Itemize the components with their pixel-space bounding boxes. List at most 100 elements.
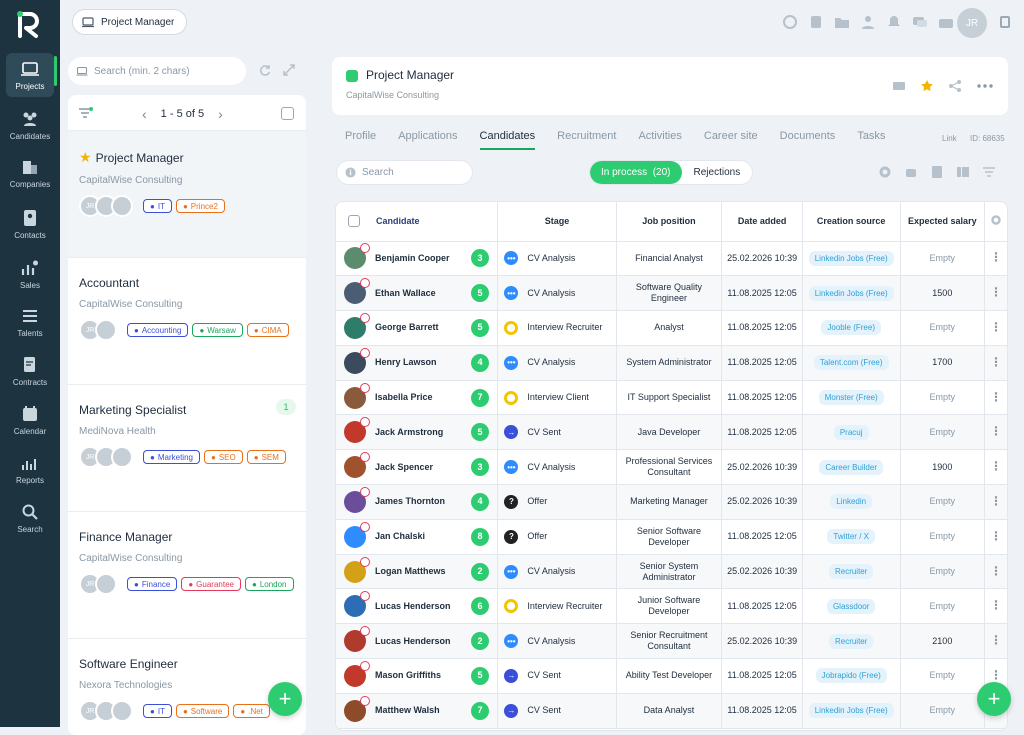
candidate-name[interactable]: Jan Chalski <box>375 531 471 542</box>
more-icon[interactable] <box>976 79 994 93</box>
stage-cell[interactable]: ••• CV Analysis <box>497 275 617 312</box>
project-card[interactable]: ★ Project Manager CapitalWise Consulting JR… <box>68 131 306 258</box>
stage-cell[interactable]: ••• CV Analysis <box>497 623 617 660</box>
select-all-candidates-checkbox[interactable] <box>348 215 360 228</box>
table-row[interactable]: James Thornton 4? Offer Marketing Manager 25… <box>336 484 1007 520</box>
project-tag[interactable]: ● Accounting <box>127 323 189 337</box>
refresh-icon[interactable] <box>258 63 272 77</box>
panel-toggle-icon[interactable] <box>1000 16 1010 28</box>
stage-cell[interactable]: Interview Recruiter <box>497 310 617 346</box>
bell-icon[interactable] <box>886 14 902 30</box>
settings-icon[interactable] <box>878 165 892 179</box>
project-tag[interactable]: ● Prince2 <box>175 199 225 213</box>
avatar[interactable] <box>344 521 370 548</box>
avatar[interactable] <box>95 573 117 595</box>
kebab-menu-icon[interactable]: ⋮ <box>990 320 1002 334</box>
column-job-position[interactable]: Job position <box>616 202 723 242</box>
kebab-menu-icon[interactable]: ⋮ <box>990 494 1002 508</box>
share-icon[interactable] <box>948 79 962 93</box>
row-menu-cell[interactable]: ⋮ <box>984 623 1007 660</box>
stage-cell[interactable]: Interview Client <box>497 380 617 416</box>
kebab-menu-icon[interactable]: ⋮ <box>990 529 1002 543</box>
candidate-cell[interactable]: George Barrett 5 <box>336 310 499 346</box>
email-icon[interactable] <box>892 79 906 93</box>
candidate-search-input[interactable]: Search <box>336 160 473 185</box>
prev-page-icon[interactable]: ‹ <box>142 106 147 122</box>
kebab-menu-icon[interactable]: ⋮ <box>990 355 1002 369</box>
kebab-menu-icon[interactable]: ⋮ <box>990 668 1002 682</box>
stage-cell[interactable]: ••• CV Analysis <box>497 554 617 590</box>
candidate-cell[interactable]: Jack Armstrong 5 <box>336 414 499 451</box>
candidate-cell[interactable]: Jan Chalski 8 <box>336 519 499 555</box>
project-tag[interactable]: ● Finance <box>127 577 178 591</box>
row-menu-cell[interactable]: ⋮ <box>984 310 1007 346</box>
in-process-toggle[interactable]: In process (20) <box>590 161 682 184</box>
analytics-icon[interactable] <box>782 14 798 30</box>
table-row[interactable]: Jack Armstrong 5 → CV Sent Java Developer 11.… <box>336 414 1007 451</box>
table-row[interactable]: Jack Spencer 3 ••• CV Analysis Professional … <box>336 449 1007 486</box>
column-settings[interactable] <box>984 202 1007 242</box>
download-icon[interactable] <box>930 165 944 179</box>
table-row[interactable]: Isabella Price 7 Interview Client IT Suppor… <box>336 380 1007 416</box>
project-tag[interactable]: ● IT <box>143 199 172 213</box>
star-icon[interactable] <box>920 79 934 93</box>
link-label[interactable]: Link <box>942 134 957 143</box>
candidate-name[interactable]: James Thornton <box>375 496 471 507</box>
row-menu-cell[interactable]: ⋮ <box>984 484 1007 520</box>
candidate-cell[interactable]: Logan Matthews 2 <box>336 554 499 590</box>
project-tag[interactable]: ● SEM <box>246 450 286 464</box>
column-date-added[interactable]: Date added <box>721 202 803 242</box>
row-menu-cell[interactable]: ⋮ <box>984 345 1007 381</box>
select-all-checkbox[interactable] <box>281 107 294 120</box>
candidate-cell[interactable]: Henry Lawson 4 <box>336 345 499 381</box>
candidate-cell[interactable]: Lucas Henderson 6 <box>336 588 499 625</box>
project-tag[interactable]: ● SEO <box>203 450 243 464</box>
nav-item-sales[interactable]: Sales <box>6 252 54 296</box>
clipboard-icon[interactable] <box>808 14 824 30</box>
kebab-menu-icon[interactable]: ⋮ <box>990 250 1002 264</box>
candidate-cell[interactable]: Mason Griffiths 5 <box>336 658 499 694</box>
project-card[interactable]: Accountant CapitalWise Consulting JR ● Accou… <box>68 258 306 385</box>
column-candidate[interactable]: Candidate <box>336 202 499 242</box>
row-menu-cell[interactable]: ⋮ <box>984 241 1007 277</box>
table-row[interactable]: Benjamin Cooper 3 ••• CV Analysis Financial … <box>336 241 1007 277</box>
stage-cell[interactable]: ••• CV Analysis <box>497 345 617 381</box>
candidate-cell[interactable]: Benjamin Cooper 3 <box>336 241 499 277</box>
kebab-menu-icon[interactable]: ⋮ <box>990 424 1002 438</box>
robot-icon[interactable] <box>904 165 918 179</box>
avatar[interactable] <box>344 382 370 409</box>
project-tag[interactable]: ● London <box>244 577 294 591</box>
candidate-name[interactable]: Mason Griffiths <box>375 670 471 681</box>
project-tag[interactable]: ● Marketing <box>143 450 200 464</box>
columns-icon[interactable] <box>956 165 970 179</box>
nav-item-companies[interactable]: Companies <box>6 151 54 195</box>
chat-icon[interactable] <box>912 14 928 30</box>
column-creation-source[interactable]: Creation source <box>802 202 901 242</box>
candidate-cell[interactable]: Lucas Henderson 2 <box>336 623 499 660</box>
stage-cell[interactable]: Interview Recruiter <box>497 588 617 625</box>
tab-documents[interactable]: Documents <box>780 130 836 150</box>
candidate-cell[interactable]: Matthew Walsh 7 <box>336 693 499 729</box>
filter-icon[interactable] <box>982 165 996 179</box>
table-row[interactable]: Ethan Wallace 5 ••• CV Analysis Software Qua… <box>336 275 1007 312</box>
row-menu-cell[interactable]: ⋮ <box>984 519 1007 555</box>
avatar[interactable] <box>344 278 370 305</box>
avatar[interactable] <box>344 556 370 583</box>
stage-cell[interactable]: ••• CV Analysis <box>497 449 617 486</box>
candidate-cell[interactable]: James Thornton 4 <box>336 484 499 520</box>
table-row[interactable]: Henry Lawson 4 ••• CV Analysis System Admini… <box>336 345 1007 381</box>
kebab-menu-icon[interactable]: ⋮ <box>990 285 1002 299</box>
project-header-company[interactable]: CapitalWise Consulting <box>346 90 439 100</box>
nav-item-contracts[interactable]: Contracts <box>6 349 54 393</box>
expand-icon[interactable] <box>282 63 296 77</box>
project-tag[interactable]: ● Warsaw <box>192 323 243 337</box>
app-logo[interactable] <box>14 8 46 40</box>
candidate-cell[interactable]: Ethan Wallace 5 <box>336 275 499 312</box>
project-tag[interactable]: ● CIMA <box>246 323 289 337</box>
project-card[interactable]: Marketing Specialist 1 MediNova Health JR ● M… <box>68 385 306 512</box>
row-menu-cell[interactable]: ⋮ <box>984 414 1007 451</box>
candidate-name[interactable]: Logan Matthews <box>375 566 471 577</box>
next-page-icon[interactable]: › <box>218 106 223 122</box>
avatar[interactable] <box>111 195 133 217</box>
project-title-pill[interactable]: Project Manager <box>72 9 188 35</box>
